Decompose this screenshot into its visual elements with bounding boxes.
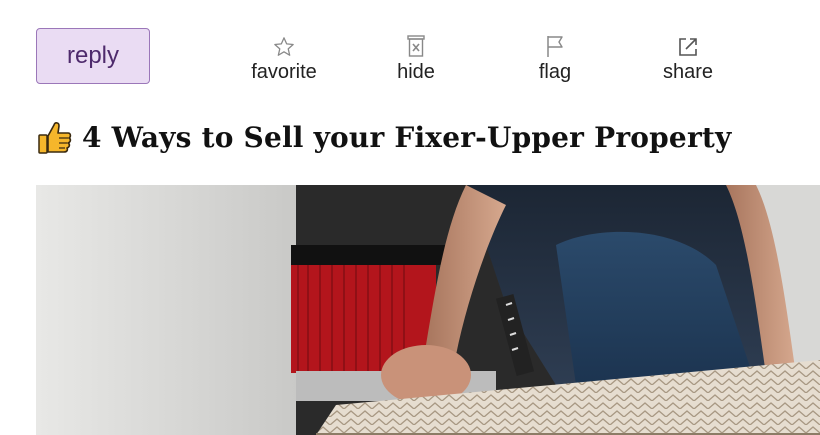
thumbs-up-icon (38, 119, 72, 155)
hide-button[interactable]: hide (390, 28, 442, 84)
share-label: share (662, 61, 714, 83)
post-title-text: 4 Ways to Sell your Fixer-Upper Property (82, 120, 732, 154)
favorite-label: favorite (251, 61, 317, 83)
post-action-bar: reply favorite hide flag share (36, 28, 820, 88)
hide-label: hide (397, 61, 435, 83)
trash-x-icon (405, 28, 427, 58)
external-link-icon (677, 28, 699, 58)
post-image[interactable] (36, 185, 820, 435)
favorite-button[interactable]: favorite (236, 28, 332, 84)
reply-button[interactable]: reply (36, 28, 150, 84)
share-button[interactable]: share (657, 28, 719, 84)
post-title[interactable]: 4 Ways to Sell your Fixer-Upper Property (38, 116, 820, 158)
star-outline-icon (273, 28, 295, 58)
worker-floor-photo (36, 185, 820, 435)
flag-button[interactable]: flag (533, 28, 577, 84)
flag-label: flag (538, 61, 572, 83)
reply-button-label: reply (66, 42, 120, 69)
flag-icon (544, 28, 566, 58)
